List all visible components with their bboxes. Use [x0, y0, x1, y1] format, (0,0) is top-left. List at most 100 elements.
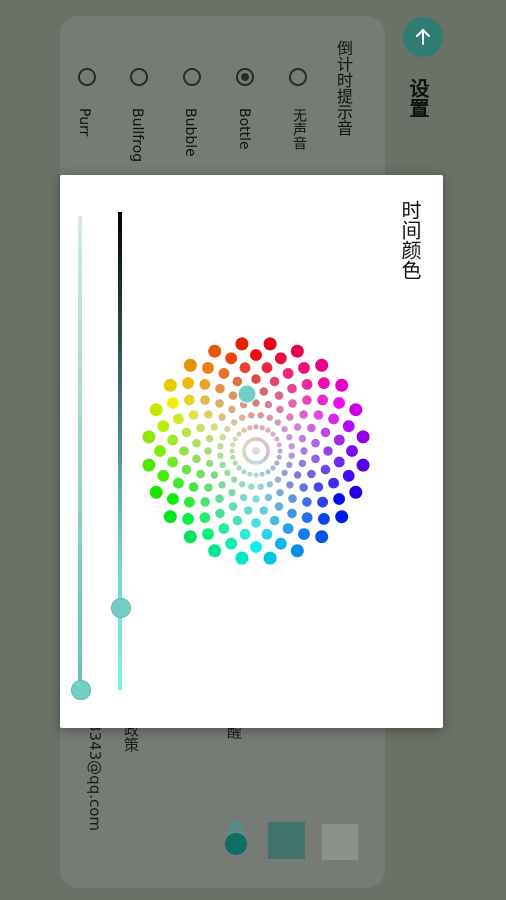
option-label-bullfrog: Bullfrog	[129, 108, 145, 163]
wheel-dot	[274, 391, 284, 400]
wheel-dot	[281, 425, 288, 433]
color-wheel[interactable]	[141, 336, 371, 566]
wheel-dot	[230, 476, 238, 483]
wheel-dot	[183, 358, 197, 372]
wheel-dot	[253, 472, 259, 478]
wheel-dot	[200, 395, 210, 405]
wheel-dot	[248, 483, 255, 490]
radio-bubble[interactable]	[183, 68, 201, 86]
wheel-dot	[247, 471, 253, 477]
wheel-dot	[167, 434, 179, 446]
wheel-dot	[241, 469, 247, 475]
wheel-dot	[217, 443, 224, 450]
wheel-dot	[196, 423, 205, 433]
radio-bottle[interactable]	[236, 68, 254, 86]
wheel-dot	[274, 476, 282, 483]
wheel-dot	[298, 362, 310, 374]
wheel-dot	[218, 368, 230, 379]
wheel-dot	[315, 530, 329, 544]
wheel-dot	[299, 410, 308, 419]
wheel-dot	[199, 512, 211, 523]
wheel-dot	[228, 405, 236, 414]
wheel-dot	[241, 427, 247, 433]
wheel-dot	[236, 431, 242, 437]
wheel-dot	[205, 459, 214, 468]
wheel-dot	[225, 537, 238, 550]
wheel-dot	[219, 461, 226, 468]
wheel-dot	[320, 464, 331, 475]
wheel-dot	[218, 413, 226, 421]
remind-toggle-knob[interactable]	[225, 833, 247, 855]
wheel-dot	[188, 482, 199, 492]
wheel-dot	[349, 403, 363, 417]
wheel-dot	[210, 423, 219, 431]
wheel-dot	[224, 469, 231, 477]
wheel-dot	[204, 447, 212, 455]
wheel-dot	[307, 423, 316, 433]
wheel-dot	[264, 400, 273, 409]
wheel-dot	[311, 454, 320, 464]
wheel-dot	[298, 459, 307, 468]
wheel-dot	[298, 528, 310, 540]
wheel-dot	[290, 544, 304, 558]
wheel-dot	[302, 497, 312, 507]
back-up-button[interactable]	[403, 17, 443, 57]
wheel-dot	[287, 383, 297, 394]
wheel-dot	[252, 495, 260, 503]
wheel-dot	[142, 458, 156, 472]
wheel-dot	[261, 528, 273, 540]
wheel-dot	[335, 510, 349, 524]
wheel-dot	[277, 448, 283, 454]
alpha-slider[interactable]	[78, 216, 82, 690]
wheel-dot	[149, 485, 163, 499]
color-swatch-light[interactable]	[322, 824, 358, 860]
wheel-dot	[228, 502, 238, 511]
wheel-dot	[167, 456, 179, 468]
wheel-dot	[335, 378, 349, 392]
wheel-dot	[154, 445, 166, 457]
wheel-dot	[236, 465, 242, 471]
wheel-dot	[328, 477, 339, 489]
wheel-dot	[266, 414, 273, 421]
wheel-dot	[163, 378, 177, 392]
wheel-dot	[188, 410, 199, 420]
radio-purr[interactable]	[78, 68, 96, 86]
wheel-dot	[299, 483, 308, 492]
contact-email[interactable]: 3343@qq.com	[86, 722, 104, 831]
wheel-dot	[218, 523, 230, 534]
brightness-slider[interactable]	[118, 212, 122, 690]
wheel-dot	[282, 368, 294, 379]
wheel-dot	[356, 430, 370, 444]
wheel-dot	[259, 425, 265, 431]
wheel-dot	[298, 434, 307, 443]
wheel-dot	[228, 391, 238, 400]
wheel-dot	[163, 510, 177, 524]
wheel-dot	[293, 423, 302, 431]
wheel-dot	[167, 493, 179, 505]
wheel-dot	[248, 412, 255, 419]
wheel-dot	[333, 493, 345, 505]
wheel-dot	[286, 461, 293, 468]
wheel-dot	[173, 477, 184, 489]
wheel-dot	[196, 469, 205, 479]
wheel-dot	[257, 483, 264, 490]
wheel-dot	[184, 496, 195, 508]
wheel-dot	[266, 481, 273, 488]
wheel-dot	[261, 362, 273, 374]
wheel-dot	[333, 397, 345, 409]
wheel-dot	[313, 410, 324, 420]
wheel-dot	[313, 482, 324, 492]
wheel-dot	[286, 413, 294, 421]
wheel-dot	[232, 436, 238, 442]
alpha-thumb[interactable]	[71, 680, 91, 700]
wheel-dot	[342, 469, 355, 482]
color-swatch-dark[interactable]	[268, 822, 305, 859]
wheel-dot	[239, 362, 251, 374]
brightness-thumb[interactable]	[111, 598, 131, 618]
radio-none[interactable]	[289, 68, 307, 86]
wheel-dot	[199, 379, 211, 390]
wheel-dot	[307, 469, 316, 479]
wheel-center-dot	[252, 447, 260, 455]
radio-bullfrog[interactable]	[130, 68, 148, 86]
wheel-dot	[274, 502, 284, 511]
